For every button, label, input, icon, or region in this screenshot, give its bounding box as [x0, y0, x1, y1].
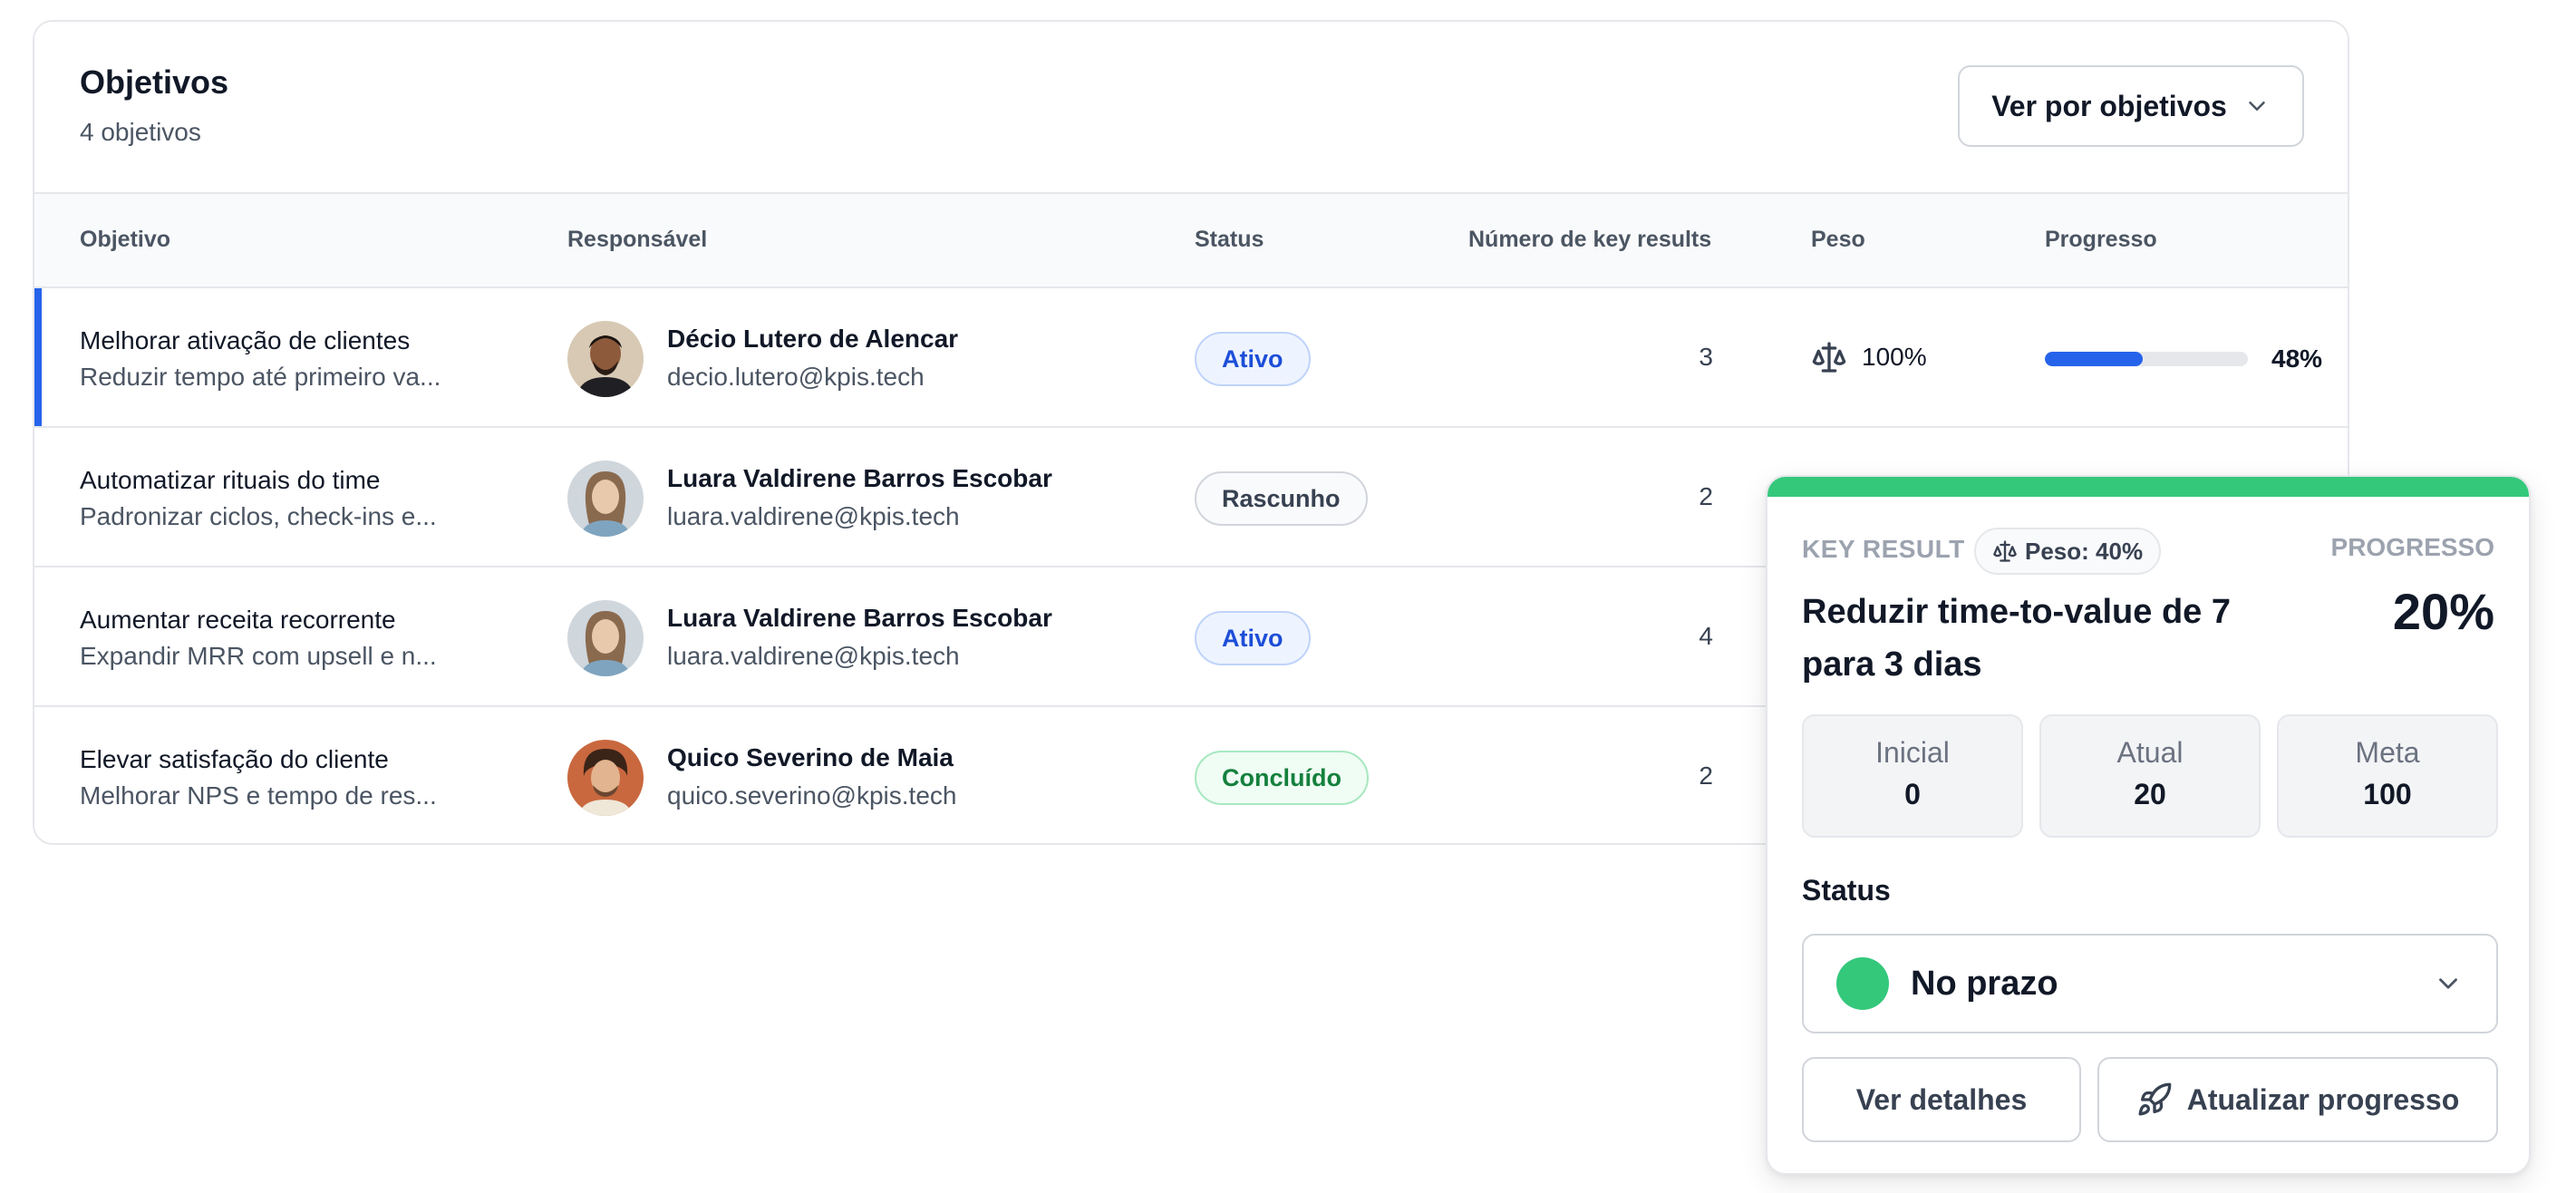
objective-title: Elevar satisfação do cliente — [80, 745, 389, 773]
owner-name: Luara Valdirene Barros Escobar — [667, 604, 1052, 632]
objectives-count: 4 objetivos — [80, 118, 201, 146]
page-title: Objetivos — [80, 63, 229, 101]
status-dot — [1836, 957, 1889, 1010]
update-progress-button[interactable]: Atualizar progresso — [2097, 1057, 2498, 1142]
update-progress-label: Atualizar progresso — [2186, 1082, 2460, 1116]
progress-value: 20% — [2392, 583, 2494, 640]
rocket-icon — [2138, 1082, 2172, 1116]
column-owner: Responsável — [567, 227, 708, 252]
status-color-bar — [1767, 477, 2529, 497]
view-button-label: Ver por objetivos — [1991, 89, 2227, 122]
stat-current: Atual 20 — [2039, 714, 2261, 838]
status-badge: Concluído — [1195, 751, 1369, 805]
column-kr-count: Número de key results — [1468, 227, 1712, 252]
objective-description: Melhorar NPS e tempo de res... — [80, 781, 437, 810]
objective-title: Melhorar ativação de clientes — [80, 326, 411, 354]
progress-label: PROGRESSO — [2330, 533, 2494, 561]
kr-count: 2 — [1699, 761, 1713, 790]
status-badge: Ativo — [1195, 332, 1311, 386]
weight: 100% — [1811, 339, 1927, 375]
view-by-objectives-button[interactable]: Ver por objetivos — [1958, 65, 2304, 147]
chevron-down-icon — [2439, 978, 2457, 989]
status-field-label: Status — [1802, 874, 1891, 907]
avatar — [567, 461, 644, 537]
key-result-title: Reduzir time-to-value de 7 para 3 dias — [1802, 593, 2231, 684]
progress-bar — [2045, 352, 2248, 366]
status-badge: Rascunho — [1195, 471, 1368, 526]
table-row[interactable]: Melhorar ativação de clientes Reduzir te… — [34, 288, 2348, 428]
owner-email: quico.severino@kpis.tech — [667, 781, 957, 810]
owner-name: Quico Severino de Maia — [667, 743, 954, 771]
avatar — [567, 600, 644, 676]
column-weight: Peso — [1811, 227, 1865, 252]
column-status: Status — [1195, 227, 1264, 252]
progress: 48% — [2045, 344, 2322, 373]
avatar — [567, 321, 644, 397]
stat-target: Meta 100 — [2277, 714, 2498, 838]
objective-description: Padronizar ciclos, check-ins e... — [80, 502, 437, 530]
avatar — [567, 740, 644, 816]
objective-title: Aumentar receita recorrente — [80, 606, 396, 634]
view-details-label: Ver detalhes — [1855, 1082, 2028, 1116]
status-select-value: No prazo — [1911, 964, 2058, 1003]
owner-name: Décio Lutero de Alencar — [667, 325, 959, 353]
weight-value: 100% — [1862, 343, 1927, 371]
weight-chip: Peso: 40% — [1974, 528, 2162, 575]
objective-description: Expandir MRR com upsell e n... — [80, 642, 437, 670]
owner-email: luara.valdirene@kpis.tech — [667, 642, 960, 670]
key-result-popover: KEY RESULT Peso: 40% PROGRESSO Reduzir t… — [1766, 475, 2531, 1175]
objective-title: Automatizar rituais do time — [80, 466, 381, 494]
progress-value: 48% — [2271, 344, 2323, 373]
kr-count: 3 — [1699, 343, 1713, 371]
progress-fill — [2045, 352, 2143, 366]
scale-icon — [1812, 342, 1846, 373]
column-objective: Objetivo — [80, 227, 171, 252]
stat-label: Inicial — [1875, 736, 1950, 769]
owner-name: Luara Valdirene Barros Escobar — [667, 464, 1052, 492]
key-result-label: KEY RESULT — [1802, 535, 1965, 563]
stat-initial: Inicial 0 — [1802, 714, 2023, 838]
view-details-button[interactable]: Ver detalhes — [1802, 1057, 2081, 1142]
chevron-down-icon — [2249, 102, 2265, 111]
stat-label: Meta — [2355, 736, 2420, 769]
owner-email: luara.valdirene@kpis.tech — [667, 502, 960, 530]
kr-count: 4 — [1699, 622, 1713, 650]
column-progress: Progresso — [2045, 227, 2157, 252]
scale-icon — [1993, 540, 2017, 562]
table-header: Objetivo Responsável Status Número de ke… — [34, 192, 2348, 288]
status-badge: Ativo — [1195, 611, 1311, 665]
stat-value: 100 — [2363, 778, 2412, 810]
weight-chip-label: Peso: 40% — [2025, 537, 2144, 565]
owner-email: decio.lutero@kpis.tech — [667, 363, 925, 391]
stat-value: 0 — [1904, 778, 1921, 810]
kr-count: 2 — [1699, 482, 1713, 510]
stat-value: 20 — [2134, 778, 2166, 810]
stat-label: Atual — [2116, 736, 2184, 769]
card-header: Objetivos 4 objetivos Ver por objetivos — [34, 22, 2348, 192]
objective-description: Reduzir tempo até primeiro va... — [80, 363, 441, 391]
status-select[interactable]: No prazo — [1802, 934, 2498, 1033]
